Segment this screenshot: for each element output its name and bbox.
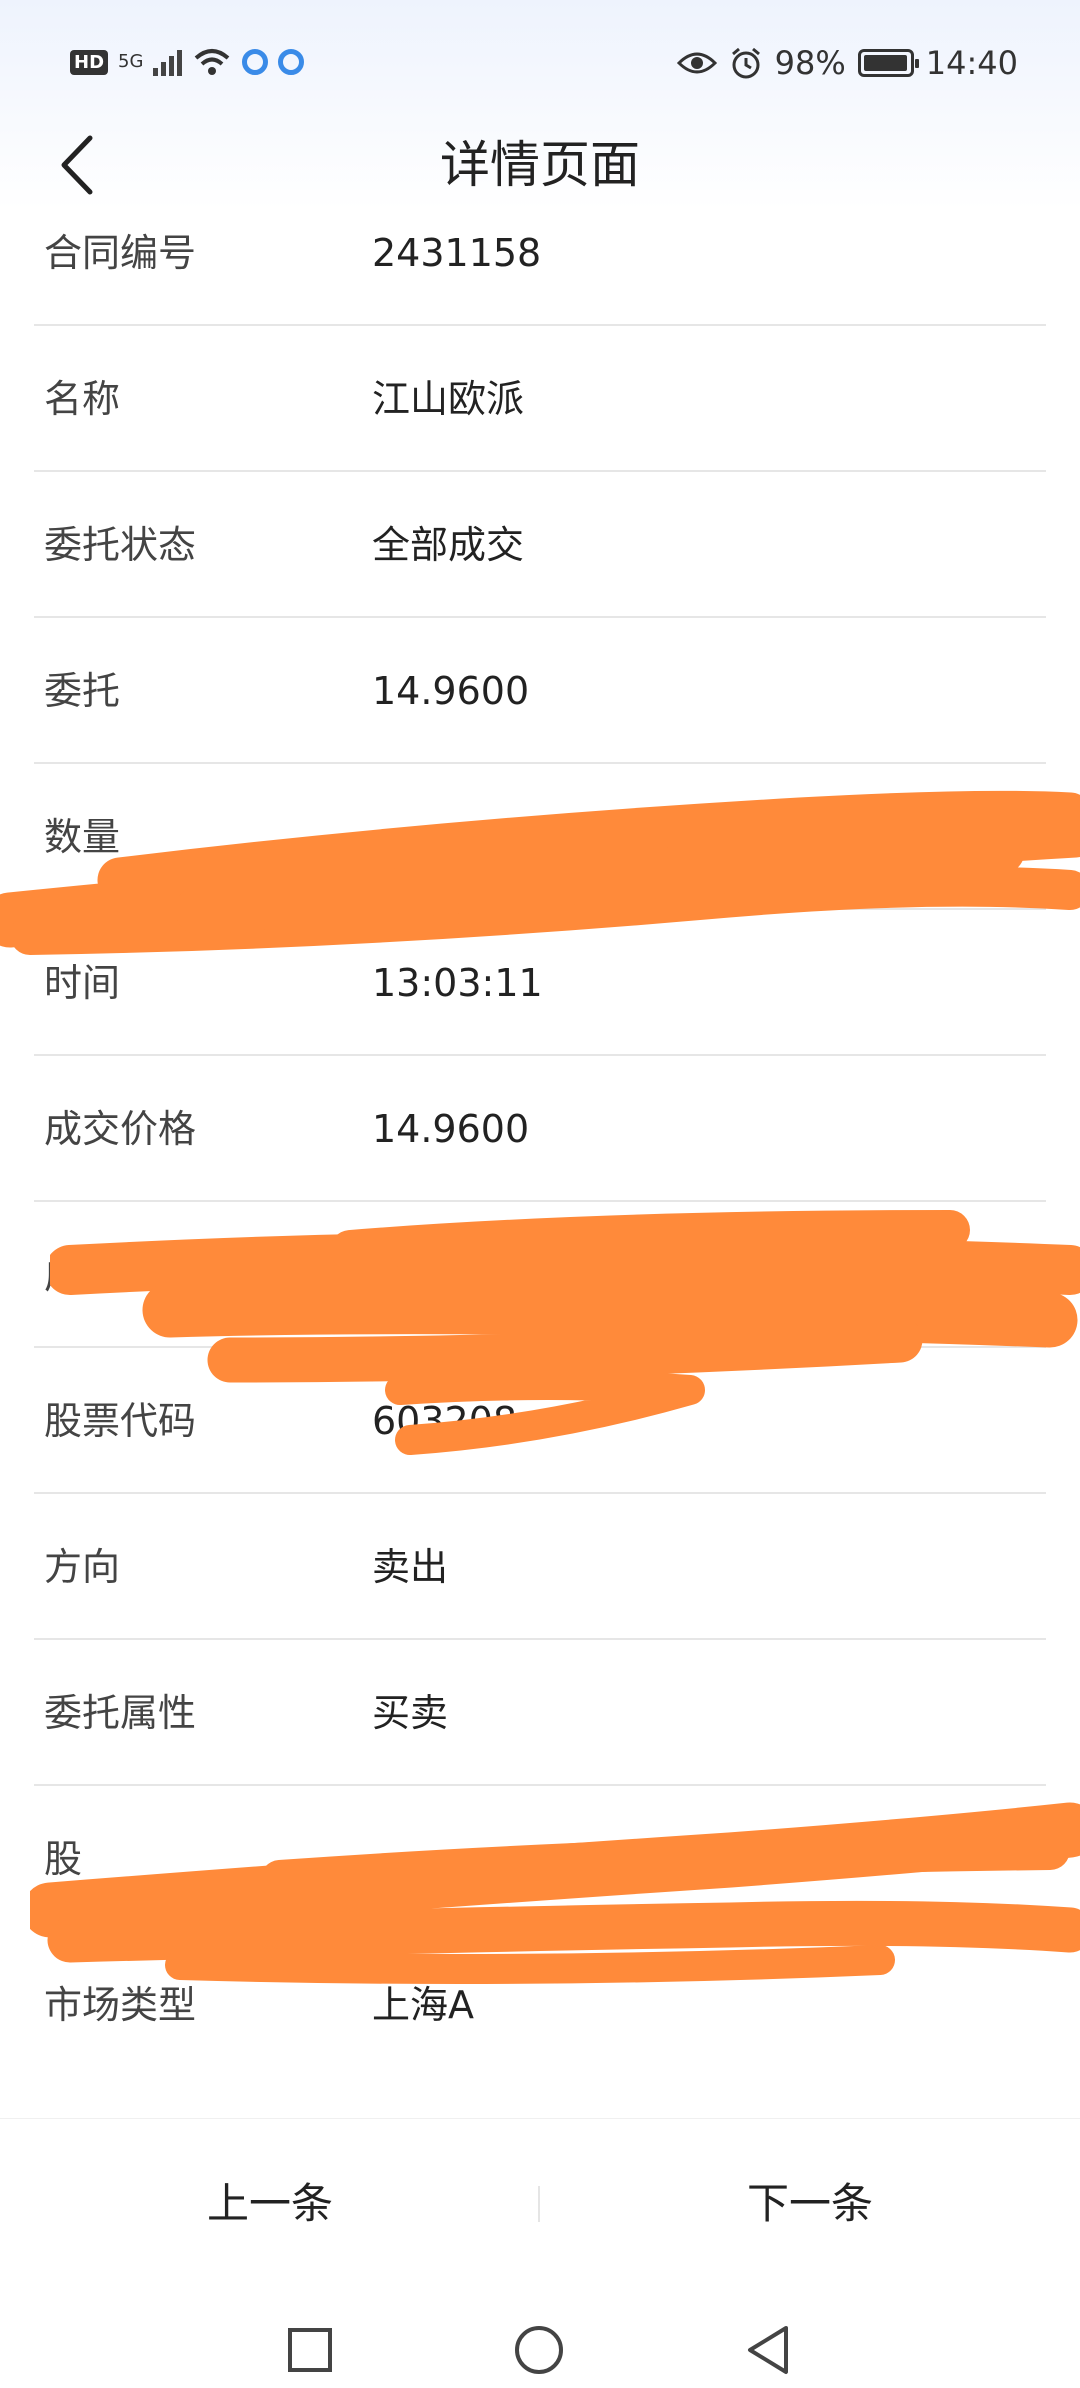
previous-button[interactable]: 上一条 (0, 2119, 540, 2289)
row-label: 股 (44, 1837, 83, 1881)
footer-nav: 上一条 下一条 (0, 2118, 1080, 2289)
row-label: 委托属性 (44, 1691, 197, 1735)
row-label: 名称 (44, 377, 121, 421)
battery-percent: 98% (774, 44, 846, 82)
row-label: 方向 (44, 1545, 121, 1589)
detail-list: 合同编号 2431158 名称 江山欧派委托状态 全部成交委托 14.9600 数量时间 13… (0, 180, 1080, 2078)
detail-row: 成交数量 (0, 1202, 1080, 1348)
wifi-icon (195, 49, 230, 75)
row-label: 股票代码 (44, 1399, 197, 1443)
row-value: 上海A (372, 1983, 474, 2027)
alarm-icon (731, 47, 760, 79)
detail-row: 成交价格 14.9600 (0, 1056, 1080, 1202)
signal-icon (153, 48, 183, 76)
system-navigation-bar (0, 2288, 1080, 2388)
row-value: 13:03:11 (372, 961, 543, 1005)
row-label: 市场类型 (44, 1983, 197, 2027)
detail-row: 股票代码 603208 (0, 1348, 1080, 1494)
row-label: 合同编号 (44, 231, 197, 275)
row-value: 卖出 (372, 1545, 449, 1589)
row-value: 14.9600 (372, 1107, 530, 1151)
detail-row: 委托 14.9600 (0, 618, 1080, 764)
network-type: 5G (118, 51, 144, 72)
detail-row: 时间 13:03:11 (0, 910, 1080, 1056)
header: HD 5G 98% 14:40 详情页面 (0, 0, 1080, 210)
row-label: 成交价格 (44, 1107, 197, 1151)
detail-row: 合同编号 2431158 (0, 180, 1080, 326)
detail-row: 委托属性 买卖 (0, 1640, 1080, 1786)
recent-apps-icon[interactable] (286, 2326, 334, 2374)
detail-row: 方向 卖出 (0, 1494, 1080, 1640)
detail-row: 股 (0, 1786, 1080, 1932)
row-value: 买卖 (372, 1691, 449, 1735)
detail-row: 名称 江山欧派 (0, 326, 1080, 472)
row-value: 14.9600 (372, 669, 530, 713)
app-notification-icon-2 (278, 49, 305, 75)
home-icon[interactable] (513, 2324, 565, 2376)
clock: 14:40 (925, 44, 1018, 82)
detail-row: 委托状态 全部成交 (0, 472, 1080, 618)
battery-icon (857, 49, 919, 77)
row-label: 成交数量 (44, 1253, 197, 1297)
row-value: 2431158 (372, 231, 542, 275)
hd-badge: HD (70, 49, 109, 75)
row-value: 全部成交 (372, 523, 525, 567)
row-label: 数量 (44, 815, 121, 859)
app-notification-icon (242, 49, 269, 75)
row-label: 委托 (44, 669, 121, 713)
detail-row: 数量 (0, 764, 1080, 910)
row-label: 时间 (44, 961, 121, 1005)
next-button[interactable]: 下一条 (540, 2119, 1080, 2289)
eye-icon (676, 52, 717, 74)
nav-back-icon[interactable] (744, 2324, 792, 2376)
row-value: 江山欧派 (372, 377, 525, 421)
detail-row: 市场类型 上海A (0, 1932, 1080, 2078)
status-bar: HD 5G 98% 14:40 (0, 40, 1080, 90)
row-value: 603208 (372, 1399, 518, 1443)
row-label: 委托状态 (44, 523, 197, 567)
